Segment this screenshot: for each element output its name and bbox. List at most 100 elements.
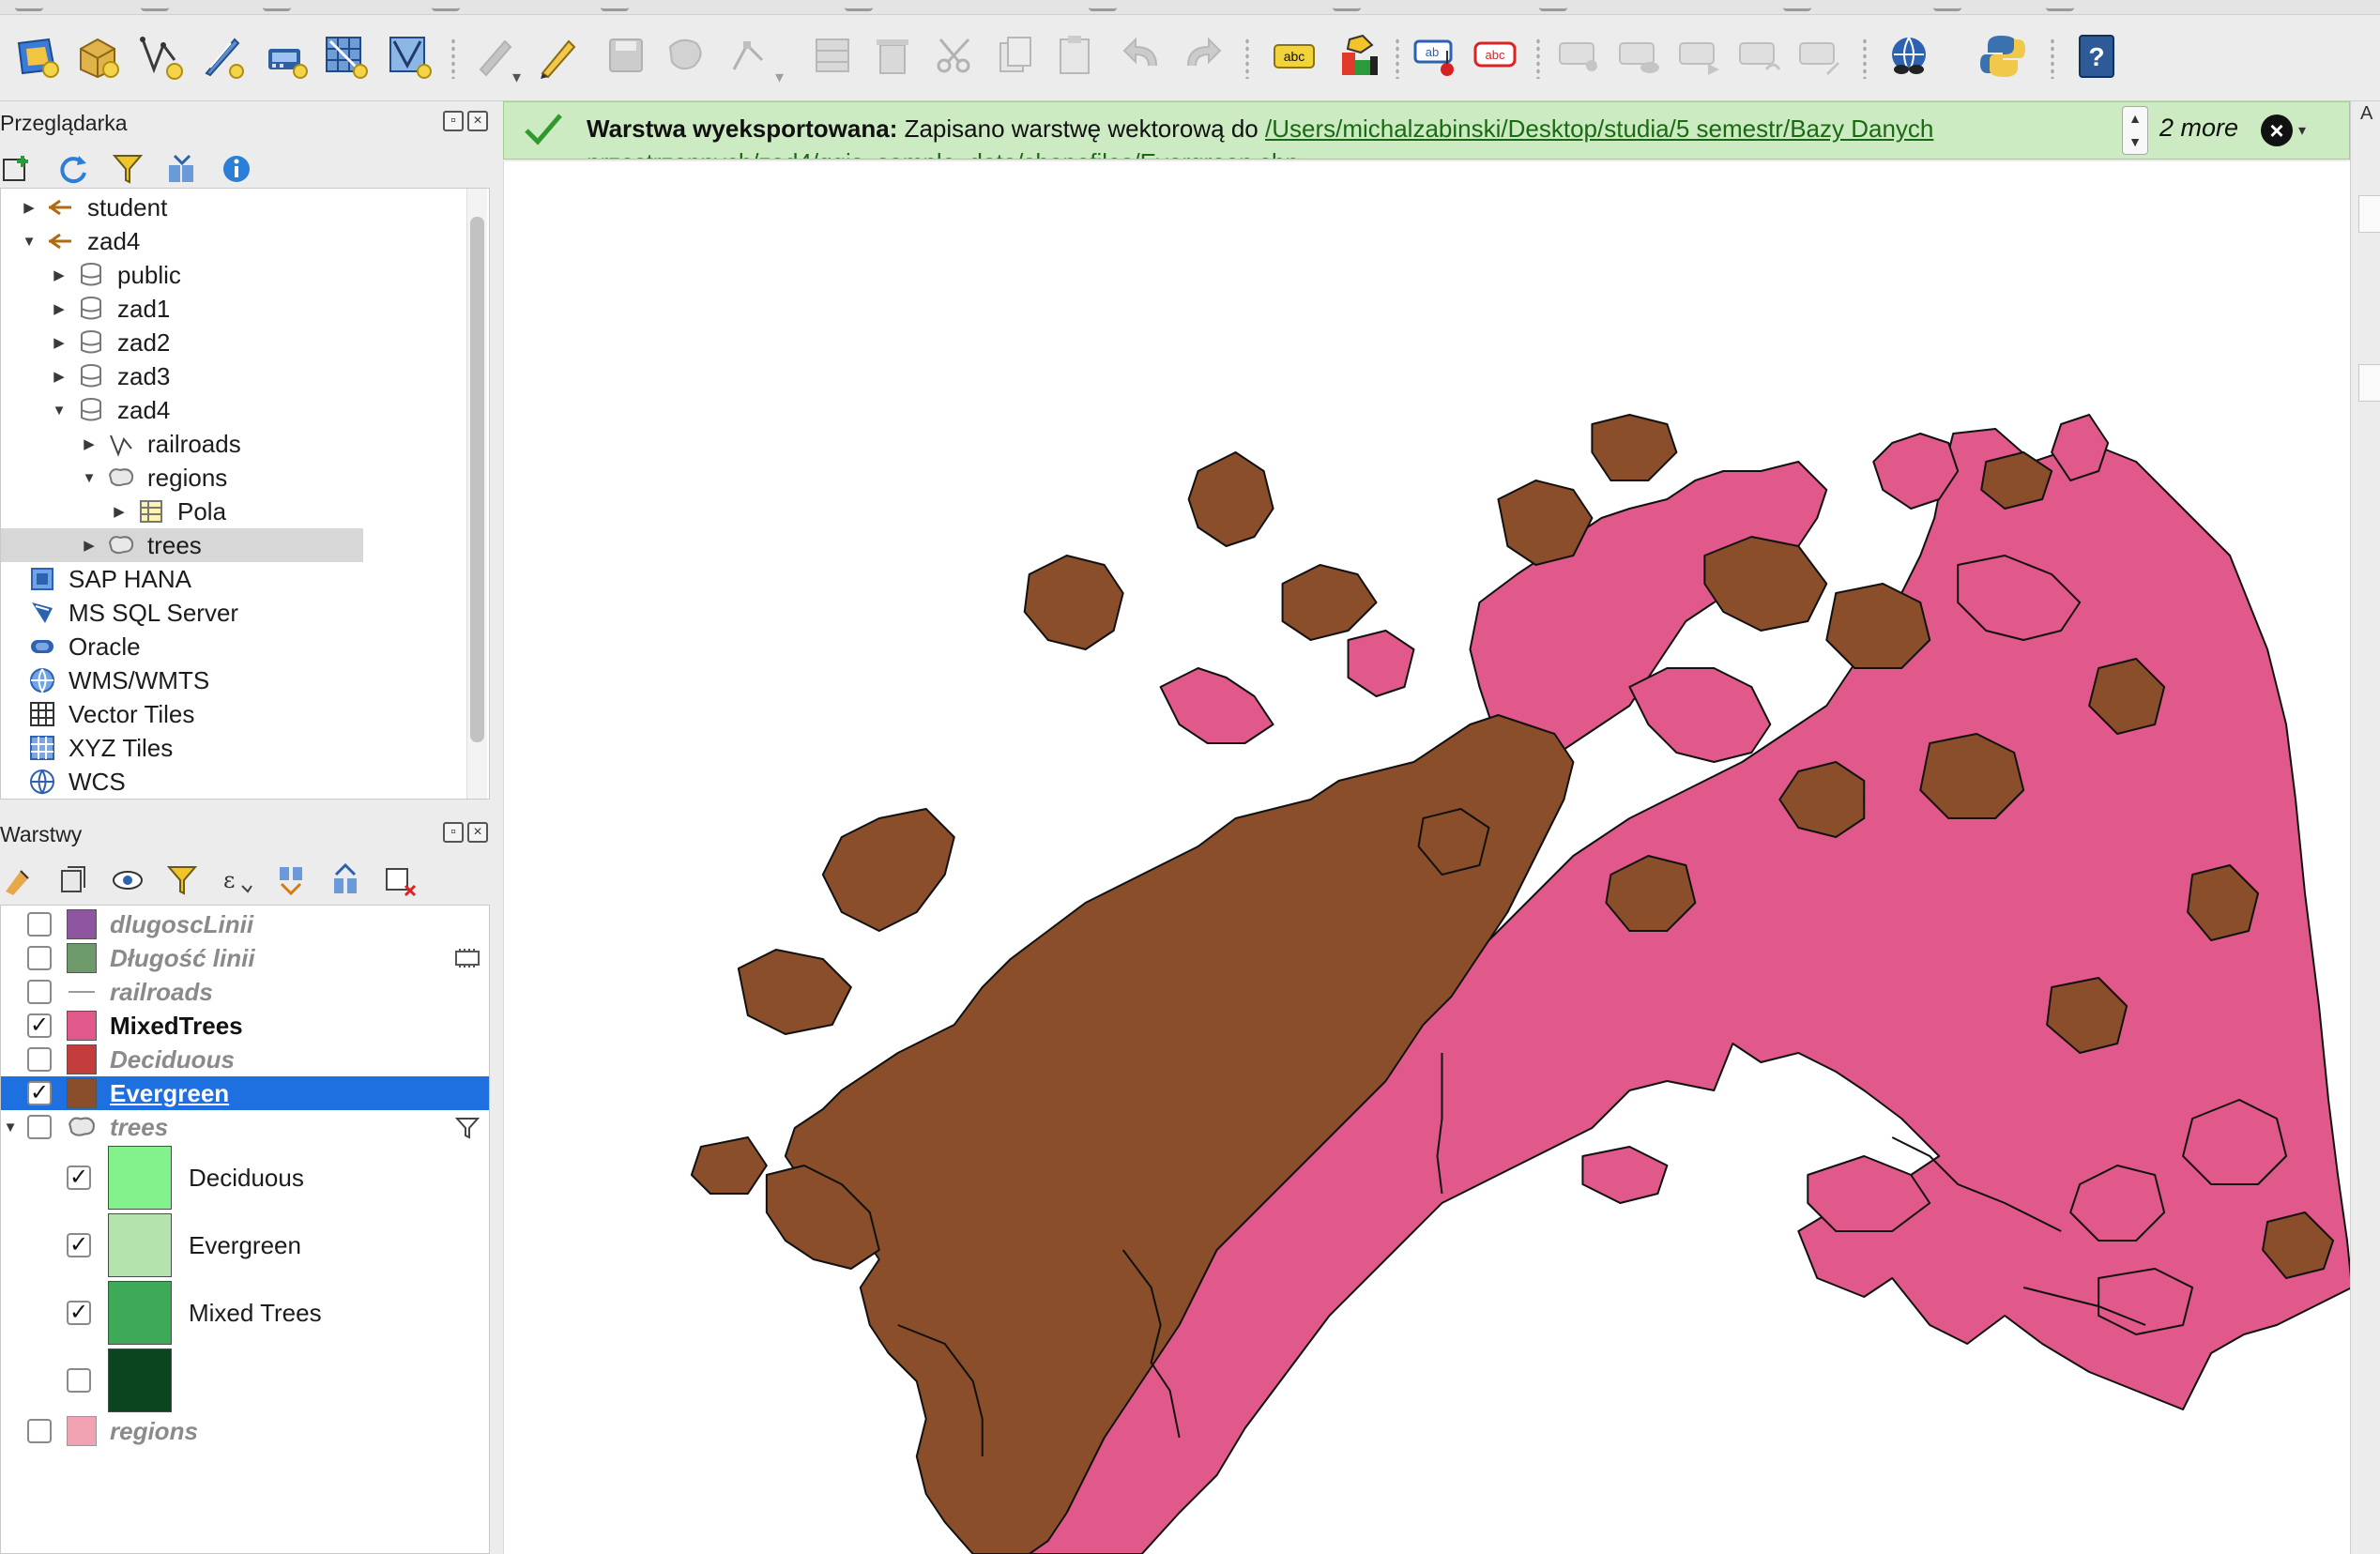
chevron-down-icon[interactable]: ▾ xyxy=(2298,121,2306,140)
copy-icon[interactable] xyxy=(989,30,1042,83)
layer-checkbox[interactable] xyxy=(27,946,52,970)
layer-row-mixedtrees[interactable]: ✓ MixedTrees xyxy=(1,1009,489,1043)
pencil-icon[interactable] xyxy=(531,30,584,83)
browser-item-trees[interactable]: ▶ trees xyxy=(1,528,363,562)
refresh-icon[interactable] xyxy=(54,150,92,188)
label-change-icon[interactable] xyxy=(1734,30,1787,83)
help-icon[interactable]: ? xyxy=(2070,30,2123,83)
layer-style-icon[interactable] xyxy=(1333,30,1385,83)
layer-row-d-ugo-linii[interactable]: Długość linii xyxy=(1,941,489,975)
scrollbar-thumb[interactable] xyxy=(470,217,484,742)
browser-item-pola[interactable]: ▶ Pola xyxy=(1,495,470,528)
right-dock-tab[interactable] xyxy=(2358,364,2380,402)
class-checkbox[interactable]: ✓ xyxy=(67,1166,91,1190)
digitize-icon[interactable] xyxy=(135,30,188,83)
expression-filter-icon[interactable]: ε xyxy=(218,861,255,899)
style-layer-icon[interactable] xyxy=(0,861,38,899)
delete-icon[interactable] xyxy=(867,30,920,83)
message-prev-button[interactable]: ▲ xyxy=(2123,107,2147,130)
browser-item-wcs[interactable]: WCS xyxy=(1,765,470,799)
layer-row-evergreen[interactable]: ✓ Evergreen xyxy=(1,1076,489,1110)
label-edit-icon[interactable] xyxy=(1794,30,1847,83)
label-icon[interactable]: abc xyxy=(1269,30,1321,83)
map-svg[interactable] xyxy=(504,161,2353,1554)
layer-checkbox[interactable] xyxy=(27,1047,52,1072)
chevron-right-icon[interactable]: ▶ xyxy=(80,537,99,554)
layer-row-regions[interactable]: regions xyxy=(1,1414,489,1448)
label-move-icon[interactable] xyxy=(1554,30,1607,83)
label-remove-icon[interactable]: abc xyxy=(1470,30,1522,83)
close-panel-icon[interactable]: × xyxy=(467,822,488,843)
browser-item-zad2[interactable]: ▶ zad2 xyxy=(1,326,470,359)
message-stepper[interactable]: ▲ ▼ xyxy=(2122,106,2148,155)
filter-icon[interactable] xyxy=(454,1116,481,1147)
redo-icon[interactable] xyxy=(1177,30,1229,83)
save-edits-icon[interactable] xyxy=(601,30,653,83)
node-dropdown-icon[interactable]: ▾ xyxy=(775,68,784,87)
gps-device-icon[interactable] xyxy=(259,30,312,83)
chevron-right-icon[interactable]: ▶ xyxy=(20,199,38,216)
float-panel-icon[interactable]: ▫ xyxy=(443,822,464,843)
node-tool-icon[interactable] xyxy=(723,30,775,83)
layer-row-railroads[interactable]: railroads xyxy=(1,975,489,1009)
class-checkbox[interactable]: ✓ xyxy=(67,1233,91,1257)
browser-item-zad4[interactable]: ▼ zad4 xyxy=(1,393,470,427)
filter-legend-icon[interactable] xyxy=(163,861,201,899)
undo-icon[interactable] xyxy=(1117,30,1169,83)
message-more-count[interactable]: 2 more xyxy=(2159,114,2238,143)
label-show-icon[interactable] xyxy=(1614,30,1667,83)
expand-all-icon[interactable] xyxy=(272,861,310,899)
filter-icon[interactable] xyxy=(109,150,146,188)
layer-checkbox[interactable] xyxy=(27,980,52,1004)
collapse-all-icon[interactable] xyxy=(163,150,201,188)
close-panel-icon[interactable]: × xyxy=(467,111,488,131)
trees-class-row[interactable]: ✓ Mixed Trees xyxy=(1,1279,489,1347)
layer-checkbox[interactable] xyxy=(27,1419,52,1443)
chevron-down-icon[interactable]: ▼ xyxy=(20,234,38,250)
collapse-all-layers-icon[interactable] xyxy=(327,861,364,899)
cut-icon[interactable] xyxy=(929,30,982,83)
remove-layer-icon[interactable] xyxy=(381,861,419,899)
vector-layer-icon[interactable] xyxy=(383,30,435,83)
chevron-right-icon[interactable]: ▶ xyxy=(110,503,129,520)
trees-class-row[interactable] xyxy=(1,1347,489,1414)
map-canvas[interactable] xyxy=(503,161,2353,1554)
class-checkbox[interactable] xyxy=(67,1368,91,1393)
layer-checkbox[interactable] xyxy=(27,1115,52,1139)
chevron-right-icon[interactable]: ▶ xyxy=(50,368,69,385)
label-pin-icon[interactable]: ab xyxy=(1410,30,1462,83)
edit-dropdown-icon[interactable]: ▾ xyxy=(512,68,521,87)
class-checkbox[interactable]: ✓ xyxy=(67,1301,91,1325)
message-close-button[interactable]: × ▾ xyxy=(2261,112,2321,149)
float-panel-icon[interactable]: ▫ xyxy=(443,111,464,131)
chevron-right-icon[interactable]: ▶ xyxy=(80,435,99,452)
browser-item-vector-tiles[interactable]: Vector Tiles xyxy=(1,697,470,731)
add-feature-icon[interactable] xyxy=(661,30,713,83)
chevron-down-icon[interactable]: ▼ xyxy=(80,470,99,486)
browser-item-regions[interactable]: ▼ regions xyxy=(1,461,470,495)
chevron-right-icon[interactable]: ▶ xyxy=(50,267,69,283)
python-icon[interactable] xyxy=(1976,30,2029,83)
layer-row-trees[interactable]: ▼ trees xyxy=(1,1110,489,1144)
layer-row-deciduous[interactable]: Deciduous xyxy=(1,1043,489,1076)
info-icon[interactable] xyxy=(218,150,255,188)
browser-item-public[interactable]: ▶ public xyxy=(1,258,470,292)
chevron-down-icon[interactable]: ▼ xyxy=(50,403,69,419)
right-dock-tab[interactable] xyxy=(2358,195,2380,233)
browser-item-railroads[interactable]: ▶ railroads xyxy=(1,427,470,461)
browser-item-zad3[interactable]: ▶ zad3 xyxy=(1,359,470,393)
layer-checkbox[interactable] xyxy=(27,912,52,937)
globe-icon[interactable] xyxy=(1883,30,1935,83)
chevron-down-icon[interactable]: ▼ xyxy=(1,1120,20,1135)
close-icon[interactable]: × xyxy=(2261,114,2293,146)
layer-checkbox[interactable]: ✓ xyxy=(27,1013,52,1038)
layer-checkbox[interactable]: ✓ xyxy=(27,1081,52,1105)
trees-class-row[interactable]: ✓ Deciduous xyxy=(1,1144,489,1211)
message-next-button[interactable]: ▼ xyxy=(2123,130,2147,154)
new-project-icon[interactable] xyxy=(11,30,64,83)
open-project-icon[interactable] xyxy=(71,30,124,83)
chevron-right-icon[interactable]: ▶ xyxy=(50,334,69,351)
pencil-feather-icon[interactable] xyxy=(195,30,248,83)
label-rotate-icon[interactable] xyxy=(1674,30,1727,83)
add-selected-layers-icon[interactable] xyxy=(0,150,38,188)
